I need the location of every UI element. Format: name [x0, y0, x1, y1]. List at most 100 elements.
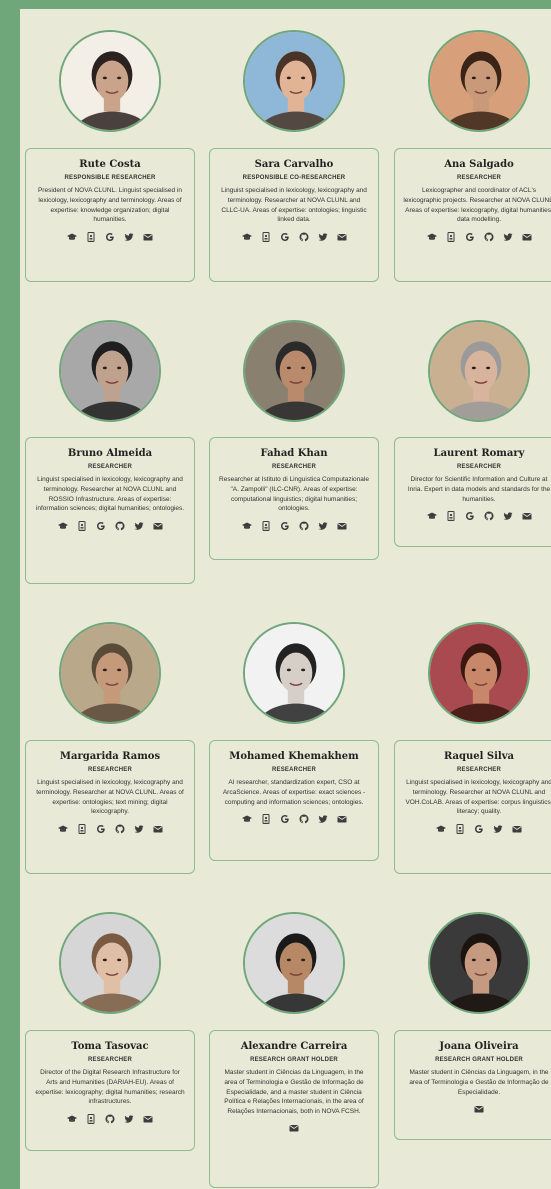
github-icon[interactable]	[484, 232, 494, 242]
github-icon[interactable]	[299, 521, 309, 531]
avatar-alexandre-carreira	[243, 912, 345, 1014]
member-name: Toma Tasovac	[71, 1041, 149, 1052]
member-social-links	[34, 823, 186, 834]
member-social-links	[403, 231, 551, 242]
github-icon[interactable]	[105, 1114, 115, 1124]
avatar-toma-tasovac	[59, 912, 161, 1014]
graduation-cap-icon[interactable]	[57, 824, 68, 834]
github-icon[interactable]	[115, 521, 125, 531]
member-card-margarida-ramos: Margarida Ramos RESEARCHER Linguist specia…	[25, 740, 195, 874]
member-social-links	[218, 1123, 370, 1134]
member-role: RESEARCHER	[87, 464, 132, 470]
envelope-icon[interactable]	[289, 1123, 299, 1133]
member-card-bruno-almeida: Bruno Almeida RESEARCHER Linguist speciali…	[25, 437, 195, 584]
member-card-ana-salgado: Ana Salgado RESEARCHER Lexicographer and c…	[394, 148, 551, 282]
member-bio: Linguist specialised in lexicology, lexi…	[405, 779, 551, 816]
google-icon[interactable]	[474, 824, 484, 834]
graduation-cap-icon[interactable]	[241, 814, 252, 824]
twitter-icon[interactable]	[503, 232, 513, 242]
id-card-icon[interactable]	[77, 823, 87, 834]
envelope-icon[interactable]	[512, 824, 522, 834]
graduation-cap-icon[interactable]	[67, 232, 77, 242]
member-social-links	[218, 231, 370, 242]
google-icon[interactable]	[96, 824, 106, 834]
member-social-links	[218, 813, 370, 824]
avatar-laurent-romary	[428, 320, 530, 422]
graduation-cap-icon[interactable]	[436, 824, 446, 834]
member-social-links	[34, 520, 186, 531]
envelope-icon[interactable]	[337, 232, 347, 242]
envelope-icon[interactable]	[337, 814, 347, 824]
google-icon[interactable]	[280, 521, 290, 531]
twitter-icon[interactable]	[503, 511, 513, 521]
member-card-fahad-khan: Fahad Khan RESEARCHER Researcher at Istitu…	[209, 437, 379, 560]
member-name: Laurent Romary	[433, 448, 525, 459]
member-bio: Master student in Ciências da Linguagem,…	[224, 1069, 364, 1116]
id-card-icon[interactable]	[446, 510, 456, 521]
graduation-cap-icon[interactable]	[241, 521, 252, 531]
member-card-rute-costa: Rute Costa RESPONSIBLE RESEARCHER Presiden…	[25, 148, 195, 282]
member-name: Mohamed Khemakhem	[229, 751, 359, 762]
member-social-links	[34, 231, 186, 242]
member-bio: Linguist specialised in lexicology, lexi…	[35, 476, 185, 513]
avatar-sara-carvalho	[243, 30, 345, 132]
member-social-links	[403, 1103, 551, 1114]
member-bio: Lexicographer and coordinator of ACL's l…	[403, 187, 551, 224]
twitter-icon[interactable]	[318, 521, 328, 531]
member-name: Rute Costa	[79, 159, 141, 170]
member-card-toma-tasovac: Toma Tasovac RESEARCHER Director of the Di…	[25, 1030, 195, 1151]
member-card-laurent-romary: Laurent Romary RESEARCHER Director for Sci…	[394, 437, 551, 547]
twitter-icon[interactable]	[318, 232, 328, 242]
id-card-icon[interactable]	[86, 231, 96, 242]
github-icon[interactable]	[484, 511, 494, 521]
google-icon[interactable]	[96, 521, 106, 531]
twitter-icon[interactable]	[124, 232, 134, 242]
envelope-icon[interactable]	[522, 511, 532, 521]
envelope-icon[interactable]	[143, 232, 153, 242]
graduation-cap-icon[interactable]	[67, 1114, 77, 1124]
id-card-icon[interactable]	[261, 813, 271, 824]
envelope-icon[interactable]	[143, 1114, 153, 1124]
member-name: Bruno Almeida	[67, 448, 153, 459]
id-card-icon[interactable]	[446, 231, 456, 242]
google-icon[interactable]	[105, 232, 115, 242]
member-card-mohamed-khemakhem: Mohamed Khemakhem RESEARCHER AI researcher…	[209, 740, 379, 861]
twitter-icon[interactable]	[318, 814, 328, 824]
envelope-icon[interactable]	[337, 521, 347, 531]
twitter-icon[interactable]	[134, 521, 144, 531]
github-icon[interactable]	[299, 814, 309, 824]
id-card-icon[interactable]	[86, 1113, 96, 1124]
member-role: RESEARCHER	[456, 175, 501, 181]
google-icon[interactable]	[465, 511, 475, 521]
id-card-icon[interactable]	[261, 520, 271, 531]
envelope-icon[interactable]	[153, 521, 163, 531]
envelope-icon[interactable]	[474, 1104, 484, 1114]
google-icon[interactable]	[465, 232, 475, 242]
member-bio: AI researcher, standardization expert, C…	[222, 779, 366, 806]
member-bio: Director for Scientific Information and …	[407, 476, 551, 503]
member-card-alexandre-carreira: Alexandre Carreira RESEARCH GRANT HOLDER M…	[209, 1030, 379, 1188]
twitter-icon[interactable]	[134, 824, 144, 834]
github-icon[interactable]	[299, 232, 309, 242]
team-grid: Rute Costa RESPONSIBLE RESEARCHER Presiden…	[0, 0, 551, 1189]
member-name: Ana Salgado	[444, 159, 514, 170]
member-card-joana-oliveira: Joana Oliveira RESEARCH GRANT HOLDER Maste…	[394, 1030, 551, 1140]
member-card-raquel-silva: Raquel Silva RESEARCHER Linguist specialis…	[394, 740, 551, 874]
member-role: RESEARCHER	[271, 767, 316, 773]
twitter-icon[interactable]	[124, 1114, 134, 1124]
graduation-cap-icon[interactable]	[57, 521, 68, 531]
graduation-cap-icon[interactable]	[241, 232, 252, 242]
google-icon[interactable]	[280, 232, 290, 242]
member-bio: Director of the Digital Research Infrast…	[35, 1069, 185, 1106]
twitter-icon[interactable]	[493, 824, 503, 834]
envelope-icon[interactable]	[522, 232, 532, 242]
avatar-rute-costa	[59, 30, 161, 132]
id-card-icon[interactable]	[261, 231, 271, 242]
graduation-cap-icon[interactable]	[426, 232, 437, 242]
graduation-cap-icon[interactable]	[426, 511, 437, 521]
envelope-icon[interactable]	[153, 824, 163, 834]
github-icon[interactable]	[115, 824, 125, 834]
id-card-icon[interactable]	[455, 823, 465, 834]
id-card-icon[interactable]	[77, 520, 87, 531]
google-icon[interactable]	[280, 814, 290, 824]
